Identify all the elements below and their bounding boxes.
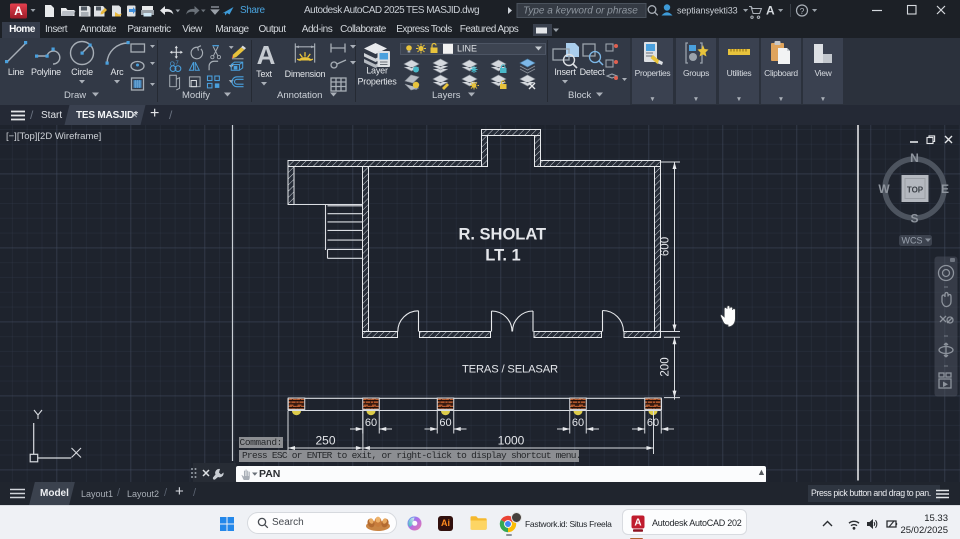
svg-text:TERAS / SELASAR: TERAS / SELASAR bbox=[462, 364, 558, 376]
svg-text:?: ? bbox=[800, 6, 805, 16]
svg-text:60: 60 bbox=[439, 417, 451, 429]
svg-text:A: A bbox=[257, 40, 276, 70]
svg-text:Properties: Properties bbox=[357, 77, 397, 87]
svg-text:Arc: Arc bbox=[111, 67, 125, 77]
svg-text:A: A bbox=[634, 518, 641, 529]
svg-text:TOP: TOP bbox=[907, 186, 924, 195]
svg-text:Dimension: Dimension bbox=[285, 69, 326, 79]
svg-text:Annotation: Annotation bbox=[277, 90, 322, 101]
svg-text:60: 60 bbox=[572, 417, 584, 429]
svg-text:septiansyekti33: septiansyekti33 bbox=[677, 6, 738, 16]
svg-text:R. SHOLAT: R. SHOLAT bbox=[458, 226, 546, 244]
svg-text:Insert: Insert bbox=[554, 67, 576, 77]
svg-text:LT. 1: LT. 1 bbox=[485, 247, 520, 265]
svg-text:Layers: Layers bbox=[432, 90, 461, 101]
svg-text:WCS: WCS bbox=[902, 236, 923, 246]
svg-text:Layer: Layer bbox=[366, 66, 388, 76]
svg-text:60: 60 bbox=[647, 417, 659, 429]
svg-text:Draw: Draw bbox=[64, 90, 86, 101]
svg-text:Circle: Circle bbox=[71, 67, 93, 77]
svg-text:A: A bbox=[766, 4, 775, 18]
svg-text:600: 600 bbox=[660, 237, 672, 256]
svg-text:LINE: LINE bbox=[457, 44, 477, 54]
svg-text:200: 200 bbox=[660, 357, 672, 376]
svg-text:Type a keyword or phrase: Type a keyword or phrase bbox=[523, 6, 638, 17]
svg-text:Detect: Detect bbox=[580, 67, 606, 77]
svg-text:A: A bbox=[14, 4, 23, 18]
svg-text:E: E bbox=[941, 182, 949, 196]
svg-text:N: N bbox=[910, 151, 919, 165]
svg-text:S: S bbox=[910, 212, 918, 226]
svg-text:Modify: Modify bbox=[182, 90, 210, 101]
svg-text:Polyline: Polyline bbox=[31, 67, 61, 77]
svg-text:1000: 1000 bbox=[498, 434, 525, 448]
svg-text:Block: Block bbox=[568, 90, 591, 101]
svg-text:W: W bbox=[878, 182, 890, 196]
svg-text:250: 250 bbox=[315, 434, 335, 448]
svg-text:60: 60 bbox=[365, 417, 377, 429]
svg-text:Text: Text bbox=[256, 69, 272, 79]
svg-text:Line: Line bbox=[8, 67, 24, 77]
